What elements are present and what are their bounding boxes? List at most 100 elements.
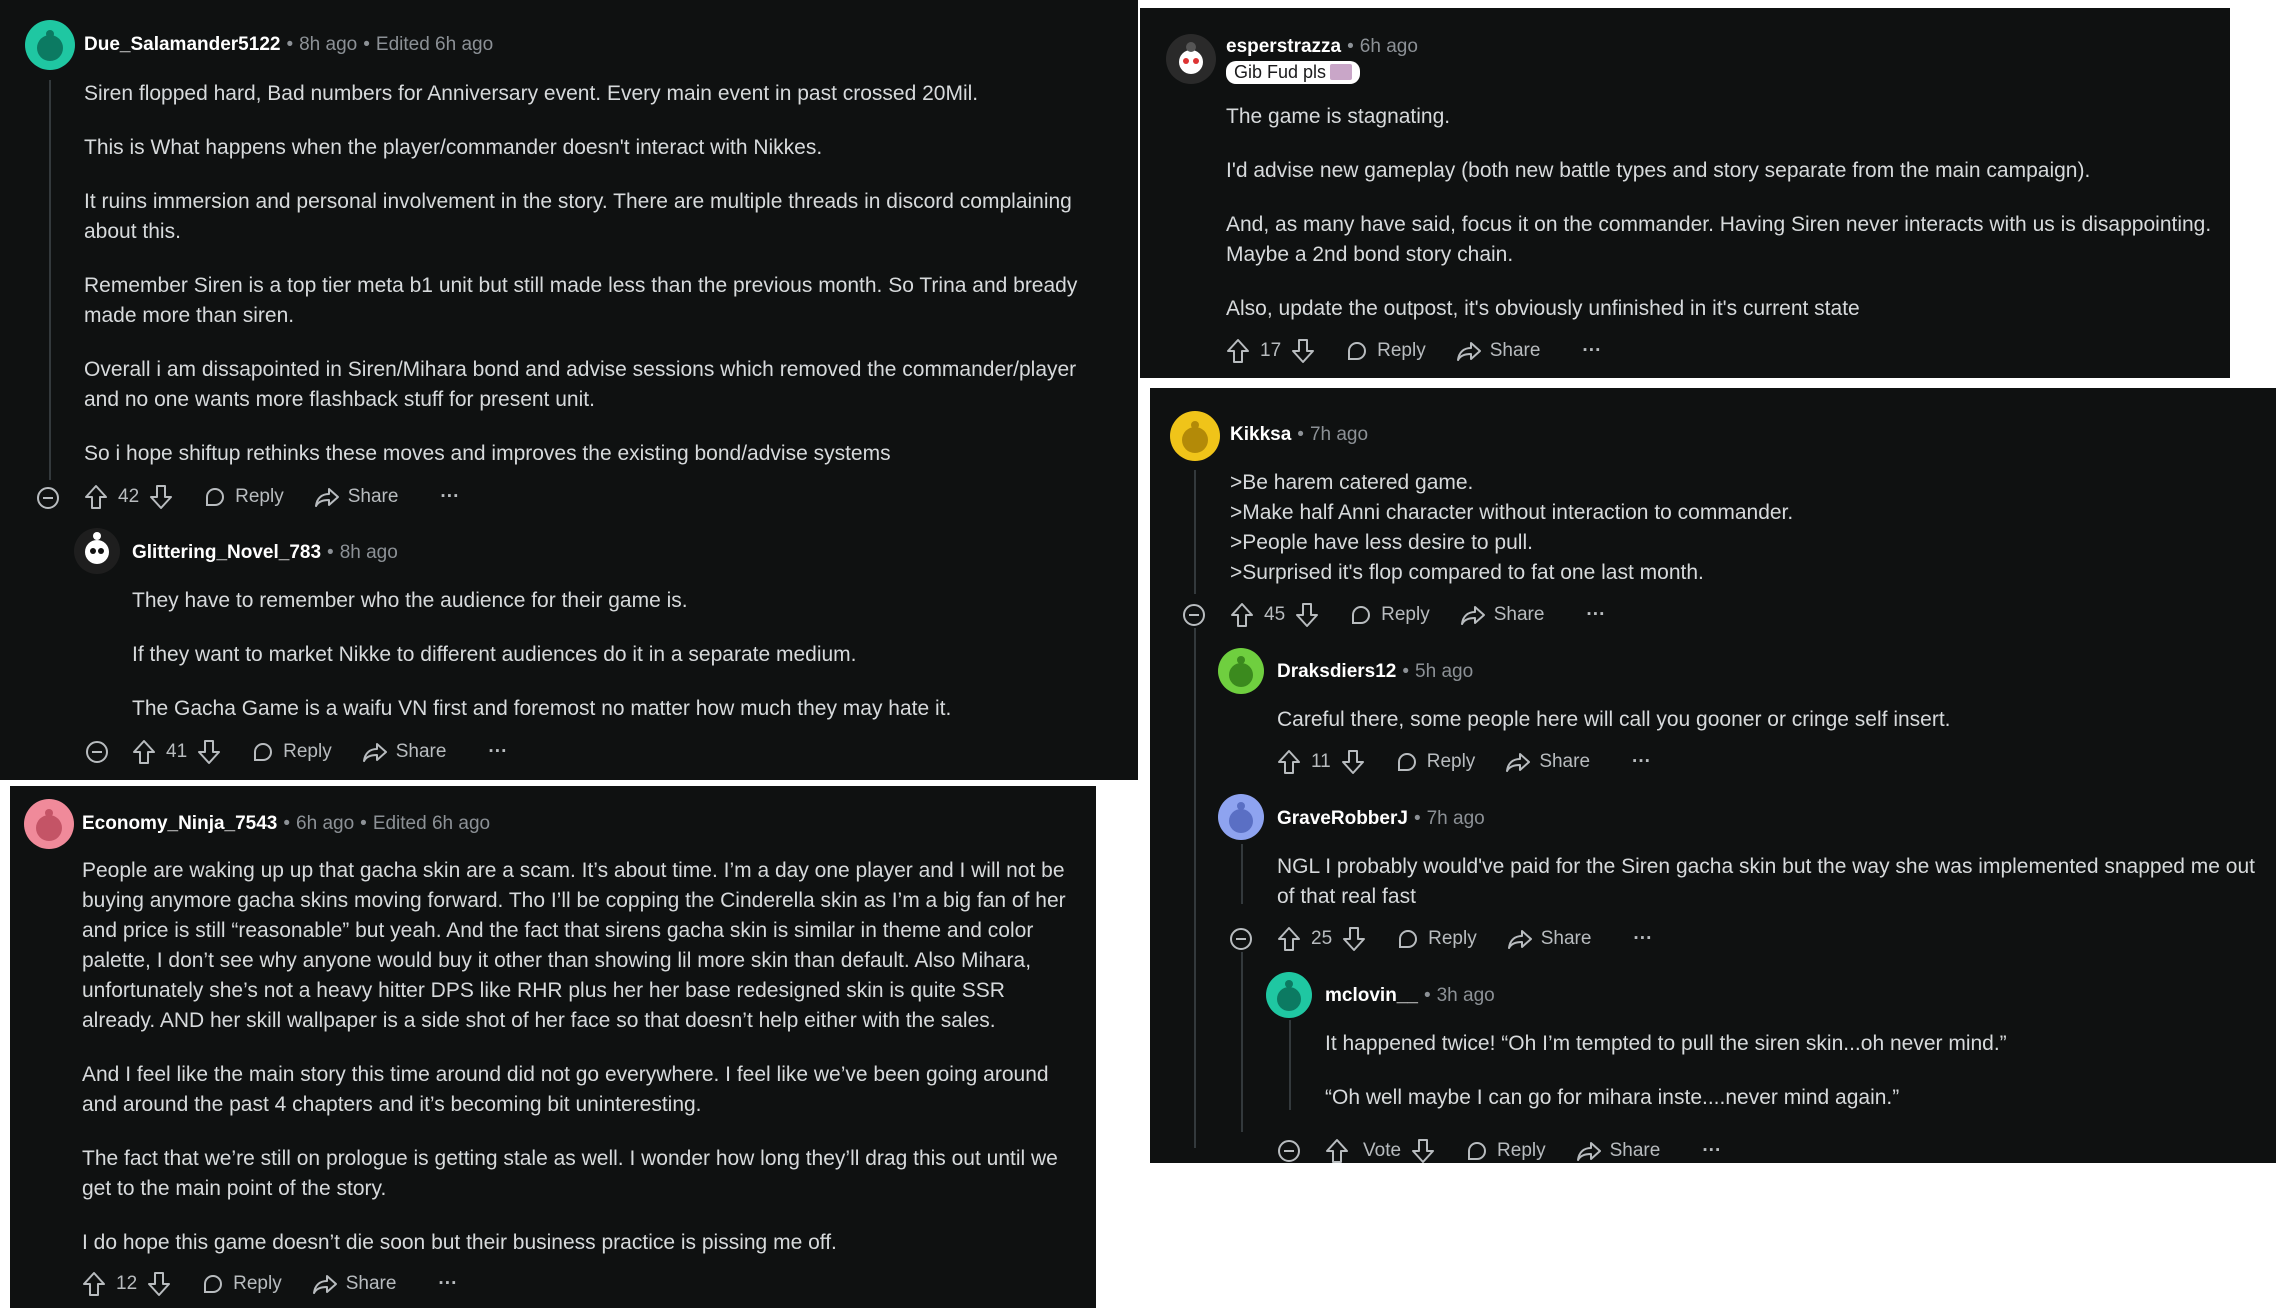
share-button[interactable]: Share — [1507, 927, 1591, 951]
comment-actions: 11 Reply Share ··· — [1277, 749, 1651, 775]
comment-body: The game is stagnating. I'd advise new g… — [1226, 105, 2212, 320]
share-icon — [1506, 753, 1531, 772]
comment-meta: Kikksa • 7h ago — [1230, 424, 1369, 445]
share-icon — [1576, 1142, 1601, 1161]
flair-emoji-icon — [1330, 64, 1353, 80]
comment-meta: Due_Salamander5122 • 8h ago • Edited 6h ago — [84, 34, 494, 55]
reply-button[interactable]: Reply — [1345, 339, 1426, 363]
upvote-icon[interactable] — [1230, 602, 1254, 628]
collapse-button[interactable] — [86, 741, 108, 763]
reply-icon — [254, 743, 273, 761]
share-icon — [314, 488, 339, 507]
reply-button[interactable]: Reply — [1396, 927, 1477, 951]
comment-actions: 42 Reply Share ··· — [84, 484, 459, 510]
thread-line — [1194, 470, 1196, 594]
share-icon — [1460, 606, 1485, 625]
downvote-icon[interactable] — [149, 484, 173, 510]
upvote-icon[interactable] — [84, 484, 108, 510]
user-flair: Gib Fud pls — [1226, 61, 1361, 84]
snoo-avatar-icon — [1182, 421, 1208, 453]
comment-meta: GraveRobberJ • 7h ago — [1277, 808, 1485, 829]
reply-button[interactable]: Reply — [1465, 1139, 1546, 1163]
share-button[interactable]: Share — [1460, 603, 1544, 627]
avatar[interactable] — [1218, 648, 1264, 694]
share-icon — [1507, 930, 1532, 949]
timestamp: 3h ago — [1436, 985, 1495, 1006]
comment-meta: mclovin__ • 3h ago — [1325, 985, 1495, 1006]
downvote-icon[interactable] — [147, 1271, 171, 1297]
more-options-button[interactable]: ··· — [1586, 604, 1605, 626]
avatar[interactable] — [1266, 972, 1312, 1018]
downvote-icon[interactable] — [197, 739, 221, 765]
username[interactable]: Kikksa — [1230, 424, 1291, 445]
downvote-icon[interactable] — [1342, 926, 1366, 952]
comment-actions: 41 Reply Share ··· — [132, 739, 507, 765]
upvote-icon[interactable] — [1277, 749, 1301, 775]
upvote-icon[interactable] — [1277, 926, 1301, 952]
username[interactable]: Due_Salamander5122 — [84, 34, 280, 55]
reply-icon — [206, 488, 225, 506]
upvote-icon[interactable] — [82, 1271, 106, 1297]
share-button[interactable]: Share — [1456, 339, 1540, 363]
vote-count: 45 — [1264, 604, 1286, 625]
reply-button[interactable]: Reply — [1349, 603, 1430, 627]
comment-meta: Glittering_Novel_783 • 8h ago — [132, 542, 398, 563]
share-button[interactable]: Share — [312, 1272, 396, 1296]
downvote-icon[interactable] — [1291, 338, 1315, 364]
comment-body: People are waking up up that gacha skin … — [82, 859, 1066, 1254]
snoo-avatar-icon — [37, 30, 63, 61]
snoo-avatar-icon — [1277, 980, 1301, 1011]
collapse-button[interactable] — [1278, 1140, 1300, 1162]
more-options-button[interactable]: ··· — [1633, 928, 1652, 950]
collapse-button[interactable] — [37, 487, 59, 509]
share-button[interactable]: Share — [1505, 750, 1590, 774]
downvote-icon[interactable] — [1411, 1138, 1435, 1163]
comment-panel-1: Due_Salamander5122 • 8h ago • Edited 6h ago … — [0, 0, 1138, 780]
more-options-button[interactable]: ··· — [1582, 340, 1601, 362]
comment-body: They have to remember who the audience f… — [132, 589, 952, 720]
username[interactable]: esperstrazza — [1226, 36, 1341, 57]
thread-line — [1194, 628, 1196, 1148]
reply-button[interactable]: Reply — [201, 1272, 282, 1296]
username[interactable]: Draksdiers12 — [1277, 661, 1396, 682]
comment-meta: Draksdiers12 • 5h ago — [1277, 661, 1474, 682]
comment-actions: 45 Reply Share ··· — [1230, 602, 1605, 628]
reply-button[interactable]: Reply — [203, 485, 284, 509]
share-button[interactable]: Share — [1576, 1139, 1660, 1163]
comment-panel-3: Kikksa • 7h ago >Be harem catered game. >M… — [1150, 388, 2276, 1163]
collapse-button[interactable] — [1183, 604, 1205, 626]
comment-actions: 25 Reply Share ··· — [1277, 926, 1652, 952]
share-button[interactable]: Share — [362, 740, 446, 764]
avatar[interactable] — [74, 528, 120, 574]
avatar[interactable] — [1166, 34, 1216, 84]
vote-count: 17 — [1260, 340, 1282, 361]
collapse-button[interactable] — [1230, 928, 1252, 950]
vote-count: 41 — [166, 741, 188, 762]
comment-actions: Vote Reply Share ··· — [1325, 1138, 1721, 1163]
upvote-icon[interactable] — [1226, 338, 1250, 364]
timestamp: 7h ago — [1426, 808, 1485, 829]
username[interactable]: GraveRobberJ — [1277, 808, 1408, 829]
avatar[interactable] — [1218, 794, 1264, 840]
downvote-icon[interactable] — [1295, 602, 1319, 628]
reply-button[interactable]: Reply — [1395, 750, 1475, 774]
username[interactable]: Economy_Ninja_7543 — [82, 813, 277, 834]
upvote-icon[interactable] — [132, 739, 156, 765]
more-options-button[interactable]: ··· — [1632, 751, 1651, 773]
username[interactable]: Glittering_Novel_783 — [132, 542, 321, 563]
share-icon — [1456, 342, 1481, 361]
comment-body: Careful there, some people here will cal… — [1277, 708, 1951, 731]
downvote-icon[interactable] — [1341, 749, 1365, 775]
username[interactable]: mclovin__ — [1325, 985, 1418, 1006]
more-options-button[interactable]: ··· — [1702, 1140, 1721, 1162]
share-button[interactable]: Share — [314, 485, 398, 509]
reply-button[interactable]: Reply — [251, 740, 332, 764]
more-options-button[interactable]: ··· — [488, 741, 507, 763]
upvote-icon[interactable] — [1325, 1138, 1349, 1163]
more-options-button[interactable]: ··· — [440, 486, 459, 508]
more-options-button[interactable]: ··· — [438, 1273, 457, 1295]
avatar[interactable] — [24, 799, 74, 849]
vote-count: 42 — [118, 486, 140, 507]
avatar[interactable] — [25, 20, 75, 70]
avatar[interactable] — [1170, 411, 1220, 461]
